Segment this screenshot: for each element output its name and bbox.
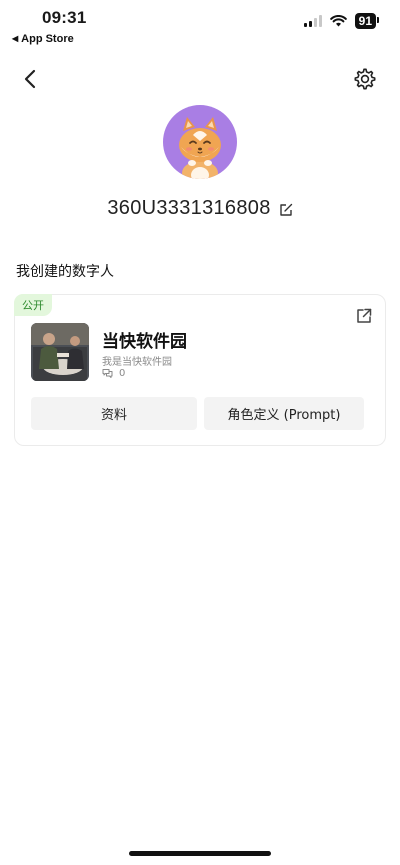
profile-button[interactable]: 资料	[31, 397, 197, 430]
home-indicator[interactable]	[129, 851, 271, 856]
fox-avatar[interactable]	[163, 105, 237, 179]
signal-icon	[303, 15, 322, 27]
username-row: 360U3331316808	[0, 197, 400, 220]
external-link-icon[interactable]	[355, 307, 373, 325]
chevron-left-icon[interactable]	[18, 66, 44, 92]
username: 360U3331316808	[107, 197, 271, 219]
section-title: 我创建的数字人	[16, 264, 114, 280]
wifi-icon	[329, 15, 347, 27]
fox-avatar-illustration	[179, 117, 221, 179]
digital-human-card[interactable]: 公开 当快软件园 我是当快软件园 0 资料 角色定义 (Prompt)	[14, 294, 386, 446]
public-badge: 公开	[14, 294, 52, 316]
battery-indicator: 91	[354, 13, 380, 29]
status-time: 09:31	[42, 8, 87, 27]
back-triangle-icon: ◀	[12, 34, 19, 43]
bot-thumbnail	[31, 323, 89, 381]
status-indicators: 91	[303, 13, 380, 29]
bot-thumbnail-photo	[31, 323, 89, 381]
back-app-label: App Store	[21, 33, 74, 45]
bot-description: 我是当快软件园	[102, 357, 172, 368]
role-definition-button[interactable]: 角色定义 (Prompt)	[204, 397, 364, 430]
bot-name: 当快软件园	[102, 332, 187, 352]
chat-count: 0	[119, 368, 126, 379]
chat-bubble-icon	[102, 369, 113, 378]
chat-count-row: 0	[102, 368, 125, 379]
back-to-app-link[interactable]: ◀ App Store	[12, 33, 74, 45]
gear-icon[interactable]	[352, 66, 378, 92]
edit-icon[interactable]	[279, 203, 293, 217]
